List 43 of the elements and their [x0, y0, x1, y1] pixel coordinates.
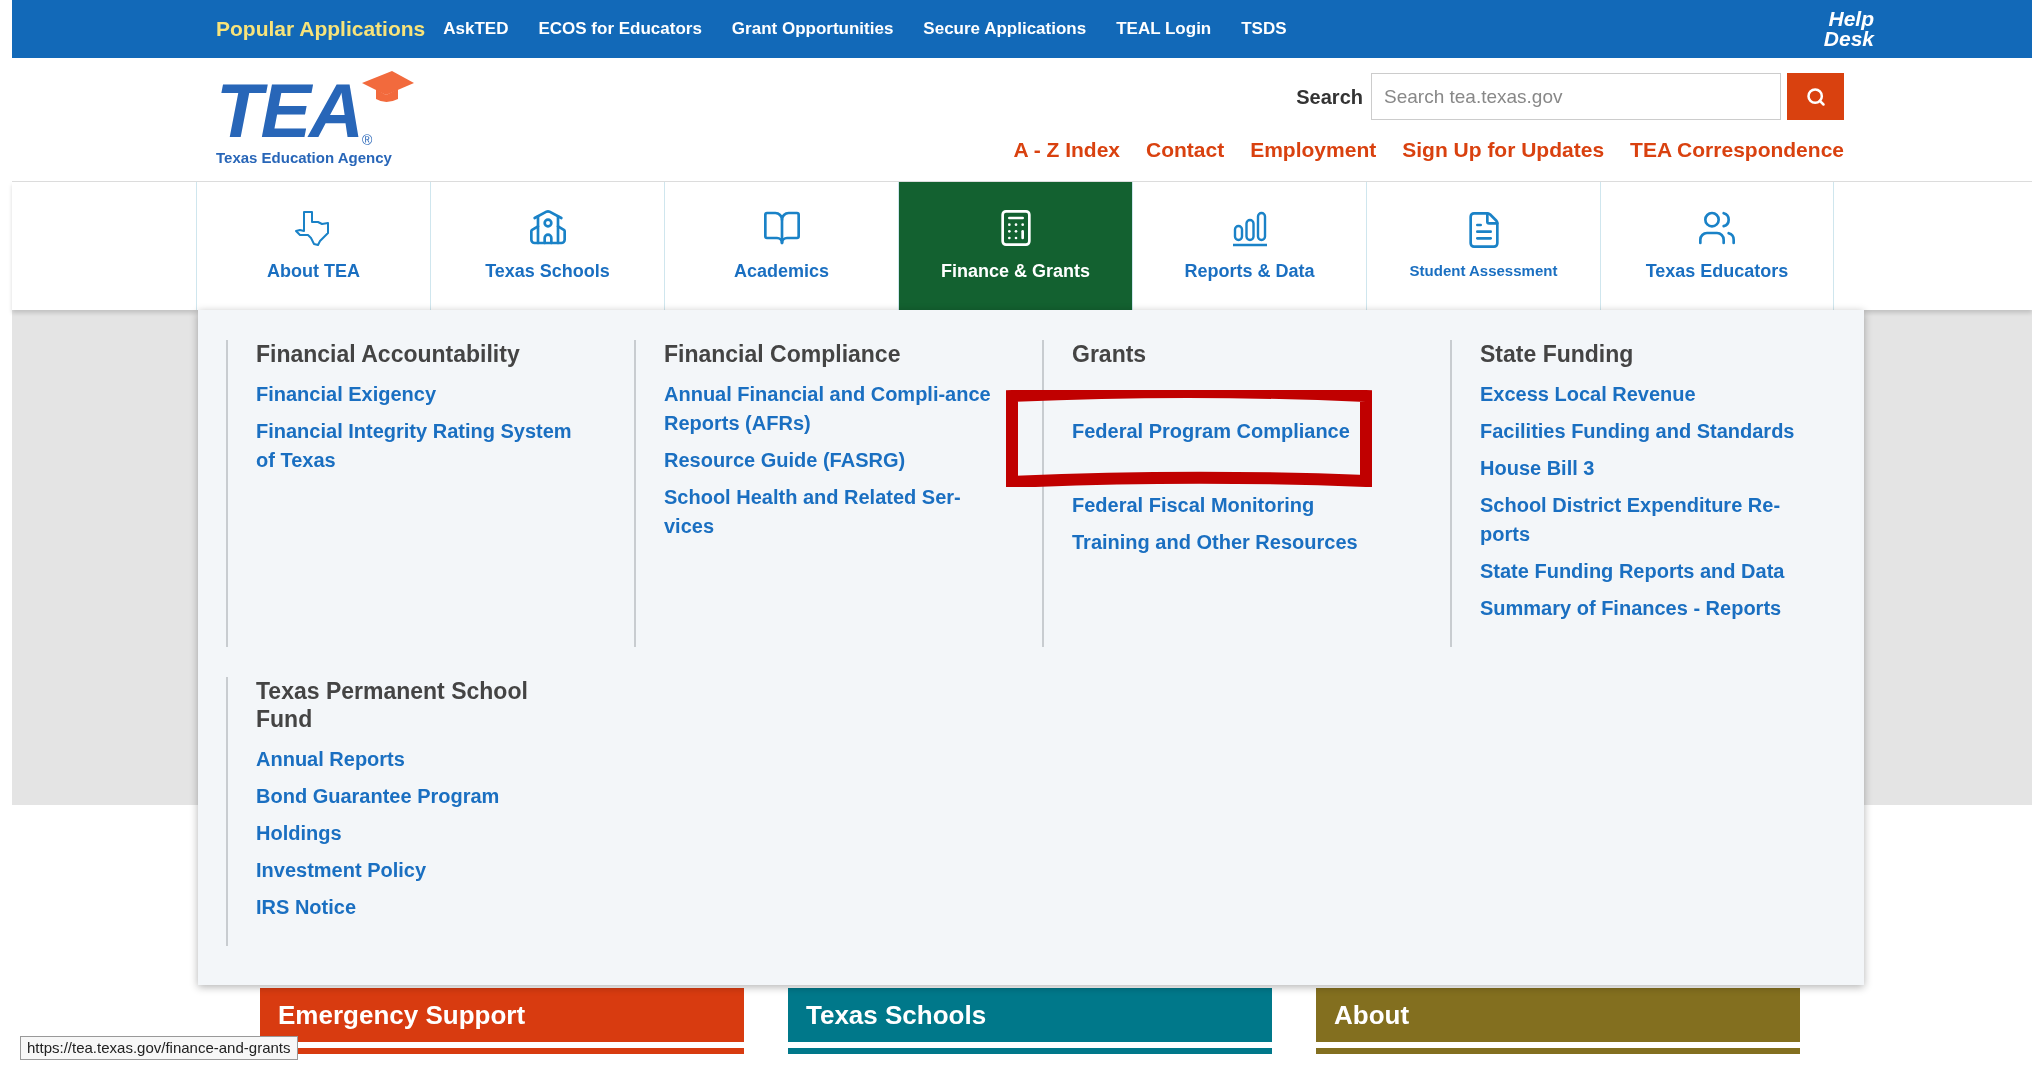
- popular-applications-label: Popular Applications: [216, 16, 426, 43]
- menu-link[interactable]: Summary of Finances - Reports: [1480, 594, 1810, 623]
- search-icon: [1805, 86, 1826, 107]
- top-bar-link[interactable]: ECOS for Educators: [538, 16, 702, 42]
- menu-link[interactable]: Federal Fiscal Monitoring: [1072, 491, 1402, 520]
- section-heading: Financial Accountability: [256, 340, 521, 368]
- search-label: Search: [1296, 84, 1363, 110]
- header-link[interactable]: Contact: [1146, 134, 1225, 166]
- menu-link[interactable]: Facilities Funding and Standards: [1480, 417, 1810, 446]
- menu-link[interactable]: House Bill 3: [1480, 454, 1810, 483]
- menu-link[interactable]: School District Expenditure Re-ports: [1480, 491, 1810, 549]
- menu-link[interactable]: Financial Exigency: [256, 380, 586, 409]
- menu-link[interactable]: Resource Guide (FASRG): [664, 446, 994, 475]
- menu-link[interactable]: Financial Integrity Rating System of Texas: [256, 417, 586, 475]
- top-bar-link[interactable]: TSDS: [1241, 16, 1287, 42]
- menu-link[interactable]: Holdings: [256, 819, 540, 848]
- menu-link[interactable]: Annual Reports: [256, 745, 540, 774]
- header-link[interactable]: Employment: [1250, 134, 1377, 166]
- menu-link[interactable]: Federal Program Compliance: [1072, 417, 1402, 446]
- menu-link[interactable]: Excess Local Revenue: [1480, 380, 1810, 409]
- section-heading: Grants: [1072, 340, 1148, 368]
- top-bar-link[interactable]: AskTED: [443, 16, 509, 42]
- nav-tab[interactable]: Finance & Grants: [898, 182, 1132, 310]
- search-field[interactable]: Search tea.texas.gov: [1371, 73, 1781, 121]
- help-desk-logo[interactable]: Help Desk: [1823, 9, 1874, 49]
- section-heading: Texas Permanent School Fund: [256, 677, 529, 733]
- header-link[interactable]: A - Z Index: [1013, 134, 1120, 166]
- menu-link[interactable]: Training and Other Resources: [1072, 528, 1402, 557]
- top-bar-link[interactable]: TEAL Login: [1116, 16, 1212, 42]
- section-heading: Financial Compliance: [664, 340, 902, 368]
- menu-link[interactable]: Investment Policy: [256, 856, 540, 885]
- menu-link[interactable]: Annual Financial and Compli-ance Reports (AFRs): [664, 380, 994, 438]
- top-bar-link[interactable]: Grant Opportunities: [731, 16, 894, 42]
- menu-link[interactable]: State Funding Reports and Data: [1480, 557, 1810, 586]
- tea-logo[interactable]: TEA® Texas Education Agency: [216, 69, 428, 170]
- menu-link[interactable]: IRS Notice: [256, 893, 540, 922]
- menu-link[interactable]: School Health and Related Ser-vices: [664, 483, 994, 541]
- section-heading: State Funding: [1480, 340, 1635, 368]
- header-link[interactable]: TEA Correspondence: [1630, 134, 1844, 166]
- header-link[interactable]: Sign Up for Updates: [1402, 134, 1605, 166]
- top-bar-link[interactable]: Secure Applications: [923, 16, 1087, 42]
- search-button[interactable]: [1787, 73, 1844, 121]
- menu-link[interactable]: Bond Guarantee Program: [256, 782, 540, 811]
